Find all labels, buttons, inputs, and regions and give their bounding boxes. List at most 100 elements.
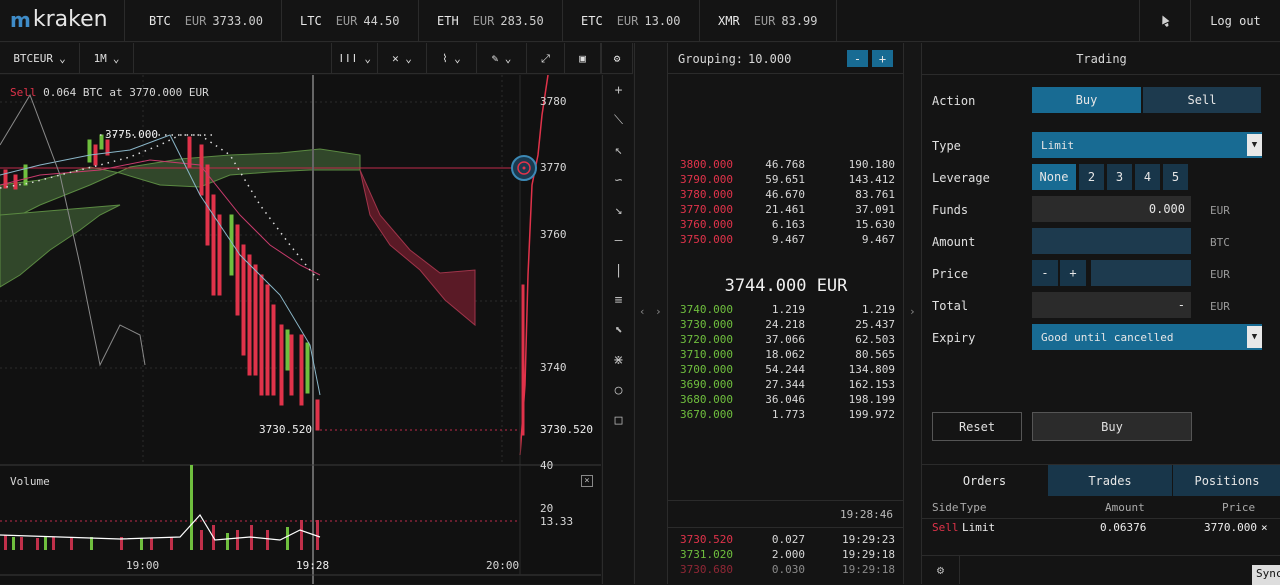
bid-row[interactable]: 3690.000 27.344 162.153 [680,378,895,393]
candles-icon: ǀǀǀ ⌄ [337,52,372,65]
screenshot-button[interactable]: ▣ [565,43,601,74]
pair-select[interactable]: BTCEUR ⌄ [0,43,80,74]
ticker-etc[interactable]: ETC EUR 13.00 [567,0,700,42]
tab-positions[interactable]: Positions [1173,465,1280,496]
bid-row[interactable]: 3710.000 18.062 80.565 [680,348,895,363]
panel-collapse-strip: › [905,43,920,584]
grouping-minus-button[interactable]: - [847,50,868,67]
mid-price: 3744.000 EUR [724,276,848,296]
fullscreen-button[interactable]: ⤢ [527,43,565,74]
ticker-xmr[interactable]: XMR EUR 83.99 [704,0,837,42]
divider [124,0,125,42]
tab-orders[interactable]: Orders [922,465,1047,496]
close-icon[interactable]: × [1261,521,1268,534]
circle-icon[interactable]: ○ [603,375,634,405]
crosshair-button[interactable]: ✕ ⌄ [378,43,427,74]
order-label: Sell 0.064 BTC at 3770.000 EUR [10,86,209,99]
expand-icon: ⤢ [541,51,550,65]
pointer-icon[interactable]: ⬉ [603,315,634,345]
ticker-eth[interactable]: ETH EUR 283.50 [423,0,563,42]
bid-row[interactable]: 3700.000 54.244 134.809 [680,363,895,378]
ask-row[interactable]: 3780.000 46.670 83.761 [680,188,895,203]
chart-settings-button[interactable]: ⚙ [601,43,633,74]
price-increment-button[interactable]: + [1060,260,1086,286]
price-decrement-button[interactable]: - [1032,260,1058,286]
chevron-down-icon: ▼ [1247,134,1262,156]
ticker-price: 3733.00 [212,14,263,28]
leverage-4-button[interactable]: 4 [1135,164,1160,190]
trade-row: 3730.680 0.030 19:29:18 [680,563,895,576]
notifications-button[interactable] [1139,0,1190,42]
plus-icon[interactable]: + [603,75,634,105]
ticker-btc[interactable]: BTC EUR 3733.00 [135,0,282,42]
type-value: Limit [1041,138,1075,152]
tab-trades[interactable]: Trades [1048,465,1172,496]
total-label: Total [932,299,969,313]
gear-icon[interactable]: ⚙ [922,556,960,584]
logout-button[interactable]: Log out [1190,0,1280,42]
leverage-label: Leverage [932,171,990,185]
vertical-line-icon[interactable]: | [603,255,634,285]
bid-row[interactable]: 3670.000 1.773 199.972 [680,408,895,423]
price-chart[interactable]: Sell 0.064 BTC at 3770.000 EUR 3775.000 … [0,75,601,584]
ticker-currency: EUR [472,14,495,28]
chart-type-button[interactable]: ǀǀǀ ⌄ [331,43,378,74]
chevron-right-icon[interactable]: › [655,305,662,318]
chevron-down-icon: ▼ [1247,326,1262,348]
ask-row[interactable]: 3770.000 21.461 37.091 [680,203,895,218]
bid-row[interactable]: 3740.000 1.219 1.219 [680,303,895,318]
table-row[interactable]: Sell Limit 0.06376 3770.000 × [922,521,1280,539]
amount-input[interactable] [1032,228,1191,254]
ray-icon[interactable]: ↖ [603,135,634,165]
gear-icon: ⚙ [613,52,621,65]
draw-button[interactable]: ✎ ⌄ [477,43,527,74]
leverage-3-button[interactable]: 3 [1107,164,1132,190]
kraken-logo[interactable]: m kraken [10,7,108,32]
ticker-symbol: LTC [300,14,322,28]
arrow-icon[interactable]: ↘ [603,195,634,225]
total-field: - [1032,292,1191,318]
buy-toggle[interactable]: Buy [1032,87,1141,113]
horizontal-line-icon[interactable]: — [603,225,634,255]
ask-row[interactable]: 3750.000 9.467 9.467 [680,233,895,248]
leverage-none-button[interactable]: None [1032,164,1076,190]
parallel-lines-icon[interactable]: ≡ [603,285,634,315]
ticker-ltc[interactable]: LTC EUR 44.50 [286,0,419,42]
square-icon[interactable]: □ [603,405,634,435]
chart-grid [0,75,520,465]
expiry-select[interactable]: Good until cancelled ▼ [1032,324,1262,350]
indicators-button[interactable]: ⌇ ⌄ [427,43,477,74]
chevron-left-icon[interactable]: ‹ [639,305,646,318]
interval-select[interactable]: 1M ⌄ [80,43,134,74]
close-icon[interactable]: × [581,475,593,487]
time-tick: 19:00 [126,559,160,572]
line-icon[interactable]: ⟍ [603,105,634,135]
type-label: Type [932,139,961,153]
fibonacci-icon[interactable]: ⋇ [603,345,634,375]
price-tick: 3740 [540,361,567,374]
chart-toolbar: BTCEUR ⌄ 1M ⌄ ǀǀǀ ⌄ ✕ ⌄ ⌇ ⌄ ✎ ⌄ ⤢ ▣ ⚙ [0,43,633,74]
sell-toggle[interactable]: Sell [1143,87,1261,113]
funds-field: 0.000 [1032,196,1191,222]
ask-row[interactable]: 3790.000 59.651 143.412 [680,173,895,188]
grouping-plus-button[interactable]: + [872,50,893,67]
top-bar: m kraken BTC EUR 3733.00 LTC EUR 44.50 E… [0,0,1280,42]
bid-row[interactable]: 3720.000 37.066 62.503 [680,333,895,348]
ask-row[interactable]: 3800.000 46.768 190.180 [680,158,895,173]
price-tick: 3770 [540,161,567,174]
type-select[interactable]: Limit ▼ [1032,132,1262,158]
bid-row[interactable]: 3730.000 24.218 25.437 [680,318,895,333]
leverage-5-button[interactable]: 5 [1163,164,1188,190]
order-text: 0.064 BTC at 3770.000 EUR [43,86,209,99]
pair-label: BTCEUR [13,52,54,65]
leverage-2-button[interactable]: 2 [1079,164,1104,190]
reset-button[interactable]: Reset [932,412,1022,441]
curve-icon[interactable]: ∽ [603,165,634,195]
chevron-right-icon[interactable]: › [909,305,916,318]
divider [668,500,904,501]
price-input[interactable] [1091,260,1191,286]
submit-buy-button[interactable]: Buy [1032,412,1192,441]
ask-row[interactable]: 3760.000 6.163 15.630 [680,218,895,233]
screenshot-icon: ▣ [579,52,586,65]
bid-row[interactable]: 3680.000 36.046 198.199 [680,393,895,408]
